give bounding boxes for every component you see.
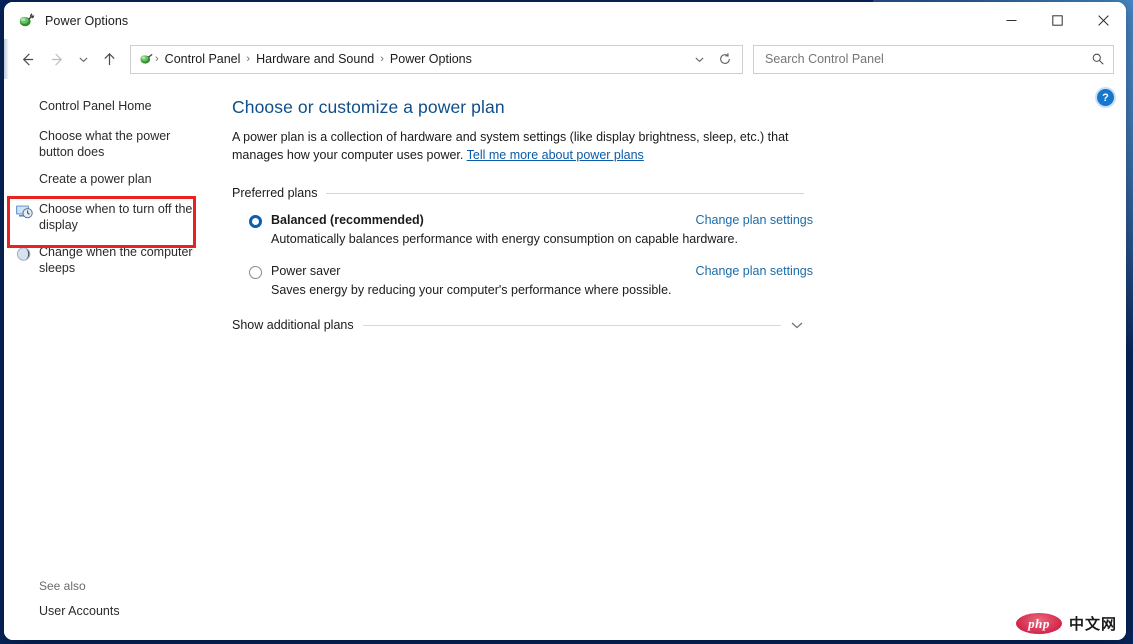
sidebar-item-create-a-power-plan[interactable]: Create a power plan <box>4 167 229 194</box>
change-plan-settings-link-balanced[interactable]: Change plan settings <box>696 213 821 227</box>
sidebar-item-label: Create a power plan <box>39 172 152 186</box>
sidebar-item-label: Control Panel Home <box>39 99 152 113</box>
breadcrumb-item-power-options[interactable]: Power Options <box>385 50 477 68</box>
up-button[interactable] <box>94 45 124 73</box>
breadcrumb[interactable]: › Control Panel › Hardware and Sound › P… <box>130 44 743 74</box>
back-button[interactable] <box>12 45 42 73</box>
recent-locations-button[interactable] <box>72 45 94 73</box>
sidebar: Control Panel Home Choose what the power… <box>4 79 229 640</box>
divider <box>326 192 804 194</box>
chevron-down-icon[interactable] <box>686 47 712 71</box>
close-button[interactable] <box>1080 2 1126 39</box>
power-options-window: Power Options › Control Panel › Hardware… <box>4 2 1126 640</box>
sidebar-item-control-panel-home[interactable]: Control Panel Home <box>4 94 229 121</box>
breadcrumb-item-control-panel[interactable]: Control Panel <box>160 50 246 68</box>
preferred-plans-header: Preferred plans <box>232 186 804 200</box>
plan-name: Balanced (recommended) <box>271 213 424 227</box>
title-bar: Power Options <box>4 2 1126 39</box>
power-plug-icon <box>138 51 154 67</box>
plan-row[interactable]: Balanced (recommended) Change plan setti… <box>249 213 821 228</box>
main-pane: ? Choose or customize a power plan A pow… <box>229 79 1126 640</box>
sleep-moon-icon <box>15 245 33 263</box>
tell-me-more-link[interactable]: Tell me more about power plans <box>467 148 644 162</box>
search-icon[interactable] <box>1091 52 1105 66</box>
plan-power-saver: Power saver Change plan settings Saves e… <box>232 264 1126 297</box>
minimize-button[interactable] <box>988 2 1034 39</box>
divider <box>362 324 781 326</box>
watermark-brand: php <box>1015 613 1062 634</box>
content-area: Control Panel Home Choose what the power… <box>4 79 1126 640</box>
breadcrumb-item-hardware-and-sound[interactable]: Hardware and Sound <box>251 50 379 68</box>
radio-balanced[interactable] <box>249 215 262 228</box>
power-plug-icon <box>17 12 35 30</box>
change-plan-settings-link-power-saver[interactable]: Change plan settings <box>696 264 821 278</box>
chevron-down-icon[interactable] <box>790 318 804 332</box>
forward-button[interactable] <box>42 45 72 73</box>
show-additional-plans-label: Show additional plans <box>232 318 354 332</box>
watermark: php 中文网 <box>1015 613 1117 634</box>
sidebar-item-choose-power-button[interactable]: Choose what the power button does <box>4 124 229 164</box>
plan-description: Automatically balances performance with … <box>271 232 738 246</box>
radio-power-saver[interactable] <box>249 266 262 279</box>
plan-description: Saves energy by reducing your computer's… <box>271 283 672 297</box>
display-clock-icon <box>15 202 33 220</box>
preferred-plans-label: Preferred plans <box>232 186 318 200</box>
sidebar-item-label: Choose when to turn off the display <box>39 202 193 232</box>
plan-balanced: Balanced (recommended) Change plan setti… <box>232 213 1126 246</box>
page-title: Choose or customize a power plan <box>232 97 505 117</box>
search-input[interactable] <box>763 51 1091 67</box>
maximize-button[interactable] <box>1034 2 1080 39</box>
plan-row[interactable]: Power saver Change plan settings <box>249 264 821 279</box>
navigation-bar: › Control Panel › Hardware and Sound › P… <box>4 39 1126 79</box>
sidebar-item-label: Choose what the power button does <box>39 129 171 159</box>
sidebar-item-label: Change when the computer sleeps <box>39 245 193 275</box>
window-controls <box>988 2 1126 39</box>
show-additional-plans[interactable]: Show additional plans <box>232 318 804 332</box>
window-title: Power Options <box>45 13 129 28</box>
sidebar-item-change-when-computer-sleeps[interactable]: Change when the computer sleeps <box>4 240 229 280</box>
sidebar-item-turn-off-display[interactable]: Choose when to turn off the display <box>4 197 229 237</box>
refresh-icon[interactable] <box>712 47 738 71</box>
search-box[interactable] <box>753 44 1114 74</box>
help-icon[interactable]: ? <box>1097 89 1114 106</box>
see-also-label: See also <box>39 579 86 593</box>
see-also-link-user-accounts[interactable]: User Accounts <box>39 604 120 618</box>
plan-name: Power saver <box>271 264 341 278</box>
watermark-suffix: 中文网 <box>1068 615 1117 633</box>
see-also-section: See also User Accounts <box>39 579 120 618</box>
intro-paragraph: A power plan is a collection of hardware… <box>232 128 812 164</box>
